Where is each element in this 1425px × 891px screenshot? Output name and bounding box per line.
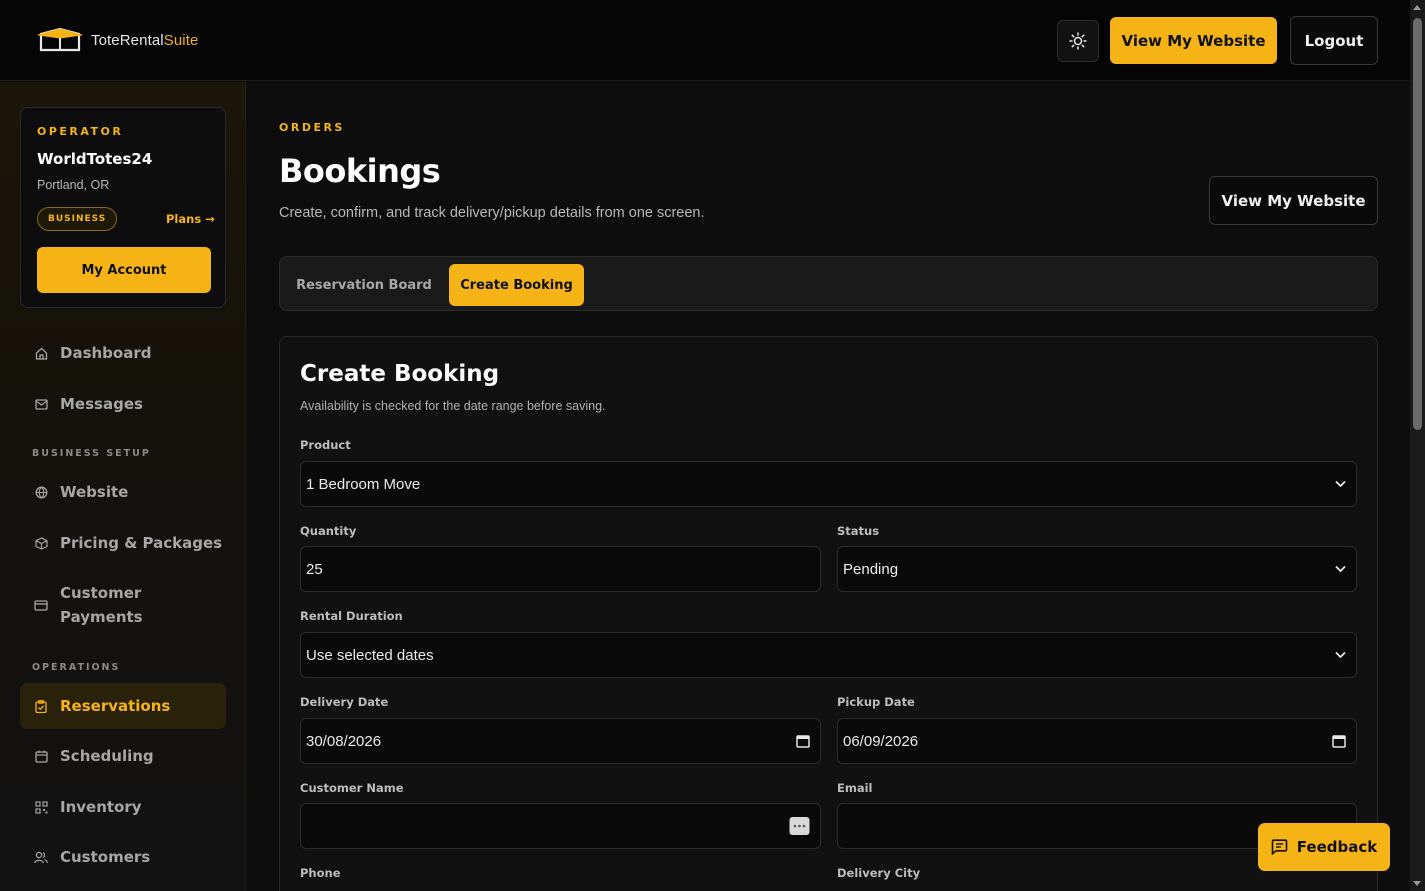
pickup-date-label: Pickup Date [837,695,915,709]
main-content: ORDERS Bookings Create, confirm, and tra… [247,82,1410,891]
globe-icon [34,485,48,499]
sidebar-item-reservations[interactable]: Reservations [20,683,226,729]
home-icon [34,346,48,360]
pickup-date-input[interactable]: 06/09/2026 [837,718,1357,764]
operator-card: OPERATOR WorldTotes24 Portland, OR BUSIN… [20,107,226,308]
top-bar: ToteRentalSuite View My Website Logout [0,0,1410,81]
mail-icon [34,397,48,411]
sidebar-item-inventory[interactable]: Inventory [20,784,226,830]
status-select[interactable]: Pending [837,546,1357,592]
delivery-date-input[interactable]: 30/08/2026 [300,718,821,764]
duration-value: Use selected dates [306,646,434,664]
tote-box-icon [37,27,83,52]
scroll-up-arrow-icon[interactable] [1413,5,1421,10]
sidebar-item-payments[interactable]: Customer Payments [20,577,226,633]
clipboard-check-icon [34,699,48,713]
create-booking-form: Create Booking Availability is checked f… [279,336,1378,891]
message-square-icon [1271,839,1288,855]
status-label: Status [837,524,880,538]
form-subtitle: Availability is checked for the date ran… [300,399,606,413]
sun-icon [1069,32,1087,50]
chevron-down-icon [1335,565,1346,573]
feedback-label: Feedback [1296,838,1378,856]
scroll-thumb[interactable] [1413,18,1422,430]
page-title: Bookings [279,152,441,190]
quantity-input[interactable]: 25 [300,546,821,592]
sidebar-item-customers[interactable]: Customers [20,834,226,880]
brand-logo[interactable]: ToteRentalSuite [37,26,198,54]
chevron-down-icon [1335,651,1346,659]
nav-section-business-setup: BUSINESS SETUP [32,448,151,459]
sidebar-item-website[interactable]: Website [20,469,226,515]
page-kicker: ORDERS [279,121,345,134]
my-account-button[interactable]: My Account [37,247,211,293]
quantity-value: 25 [306,560,323,578]
operator-location: Portland, OR [37,178,110,192]
customer-name-label: Customer Name [300,781,404,795]
rental-duration-select[interactable]: Use selected dates [300,632,1357,678]
sidebar-item-label: Customers [60,848,151,866]
delivery-date-label: Delivery Date [300,695,389,709]
tab-create-booking[interactable]: Create Booking [449,264,584,306]
sidebar-item-label: Scheduling [60,747,154,765]
duration-label: Rental Duration [300,609,403,623]
nav-section-operations: OPERATIONS [32,662,121,673]
qr-code-icon [34,800,48,814]
product-value: 1 Bedroom Move [306,475,421,493]
credit-card-icon [34,598,48,612]
chevron-down-icon [1335,480,1346,488]
delivery-date-value: 30/08/2026 [306,732,382,750]
sidebar-item-label: Reservations [60,697,171,715]
sidebar-item-label: Pricing & Packages [60,534,223,552]
calendar-icon [34,749,48,763]
sidebar: OPERATOR WorldTotes24 Portland, OR BUSIN… [0,82,246,891]
plans-link[interactable]: Plans → [166,212,215,226]
sidebar-item-label: Website [60,483,129,501]
form-title: Create Booking [300,361,500,387]
tab-reservation-board[interactable]: Reservation Board [288,264,440,306]
product-select[interactable]: 1 Bedroom Move [300,461,1357,507]
sidebar-item-label: Customer Payments [60,584,143,626]
customer-name-input[interactable] [300,803,821,849]
page-subtitle: Create, confirm, and track delivery/pick… [279,205,705,221]
sidebar-item-label: Dashboard [60,344,152,362]
operator-kicker: OPERATOR [37,125,124,138]
scroll-down-arrow-icon[interactable] [1413,881,1421,886]
status-value: Pending [843,560,899,578]
package-icon [34,536,48,550]
sidebar-item-messages[interactable]: Messages [20,381,226,427]
sidebar-item-label: Inventory [60,798,142,816]
calendar-icon[interactable] [1332,734,1346,748]
page-scrollbar[interactable] [1410,0,1425,891]
sidebar-item-label: Messages [60,395,143,413]
view-website-secondary-button[interactable]: View My Website [1209,176,1378,225]
delivery-city-label: Delivery City [837,866,921,880]
sidebar-item-dashboard[interactable]: Dashboard [20,330,226,376]
pickup-date-value: 06/09/2026 [843,732,919,750]
tab-bar: Reservation Board Create Booking [279,256,1378,311]
operator-name: WorldTotes24 [37,150,153,168]
quantity-label: Quantity [300,524,357,538]
calendar-icon[interactable] [796,734,810,748]
phone-label: Phone [300,866,341,880]
view-website-button[interactable]: View My Website [1110,17,1277,64]
brand-name: ToteRentalSuite [91,31,199,49]
email-label: Email [837,781,873,795]
feedback-button[interactable]: Feedback [1258,823,1390,871]
product-label: Product [300,438,351,452]
plan-badge: BUSINESS [37,207,118,231]
sidebar-item-pricing[interactable]: Pricing & Packages [20,520,226,566]
sidebar-item-scheduling[interactable]: Scheduling [20,733,226,779]
users-icon [34,850,48,864]
autofill-icon[interactable] [789,817,810,836]
theme-toggle-button[interactable] [1057,20,1099,62]
logout-button[interactable]: Logout [1290,16,1378,65]
